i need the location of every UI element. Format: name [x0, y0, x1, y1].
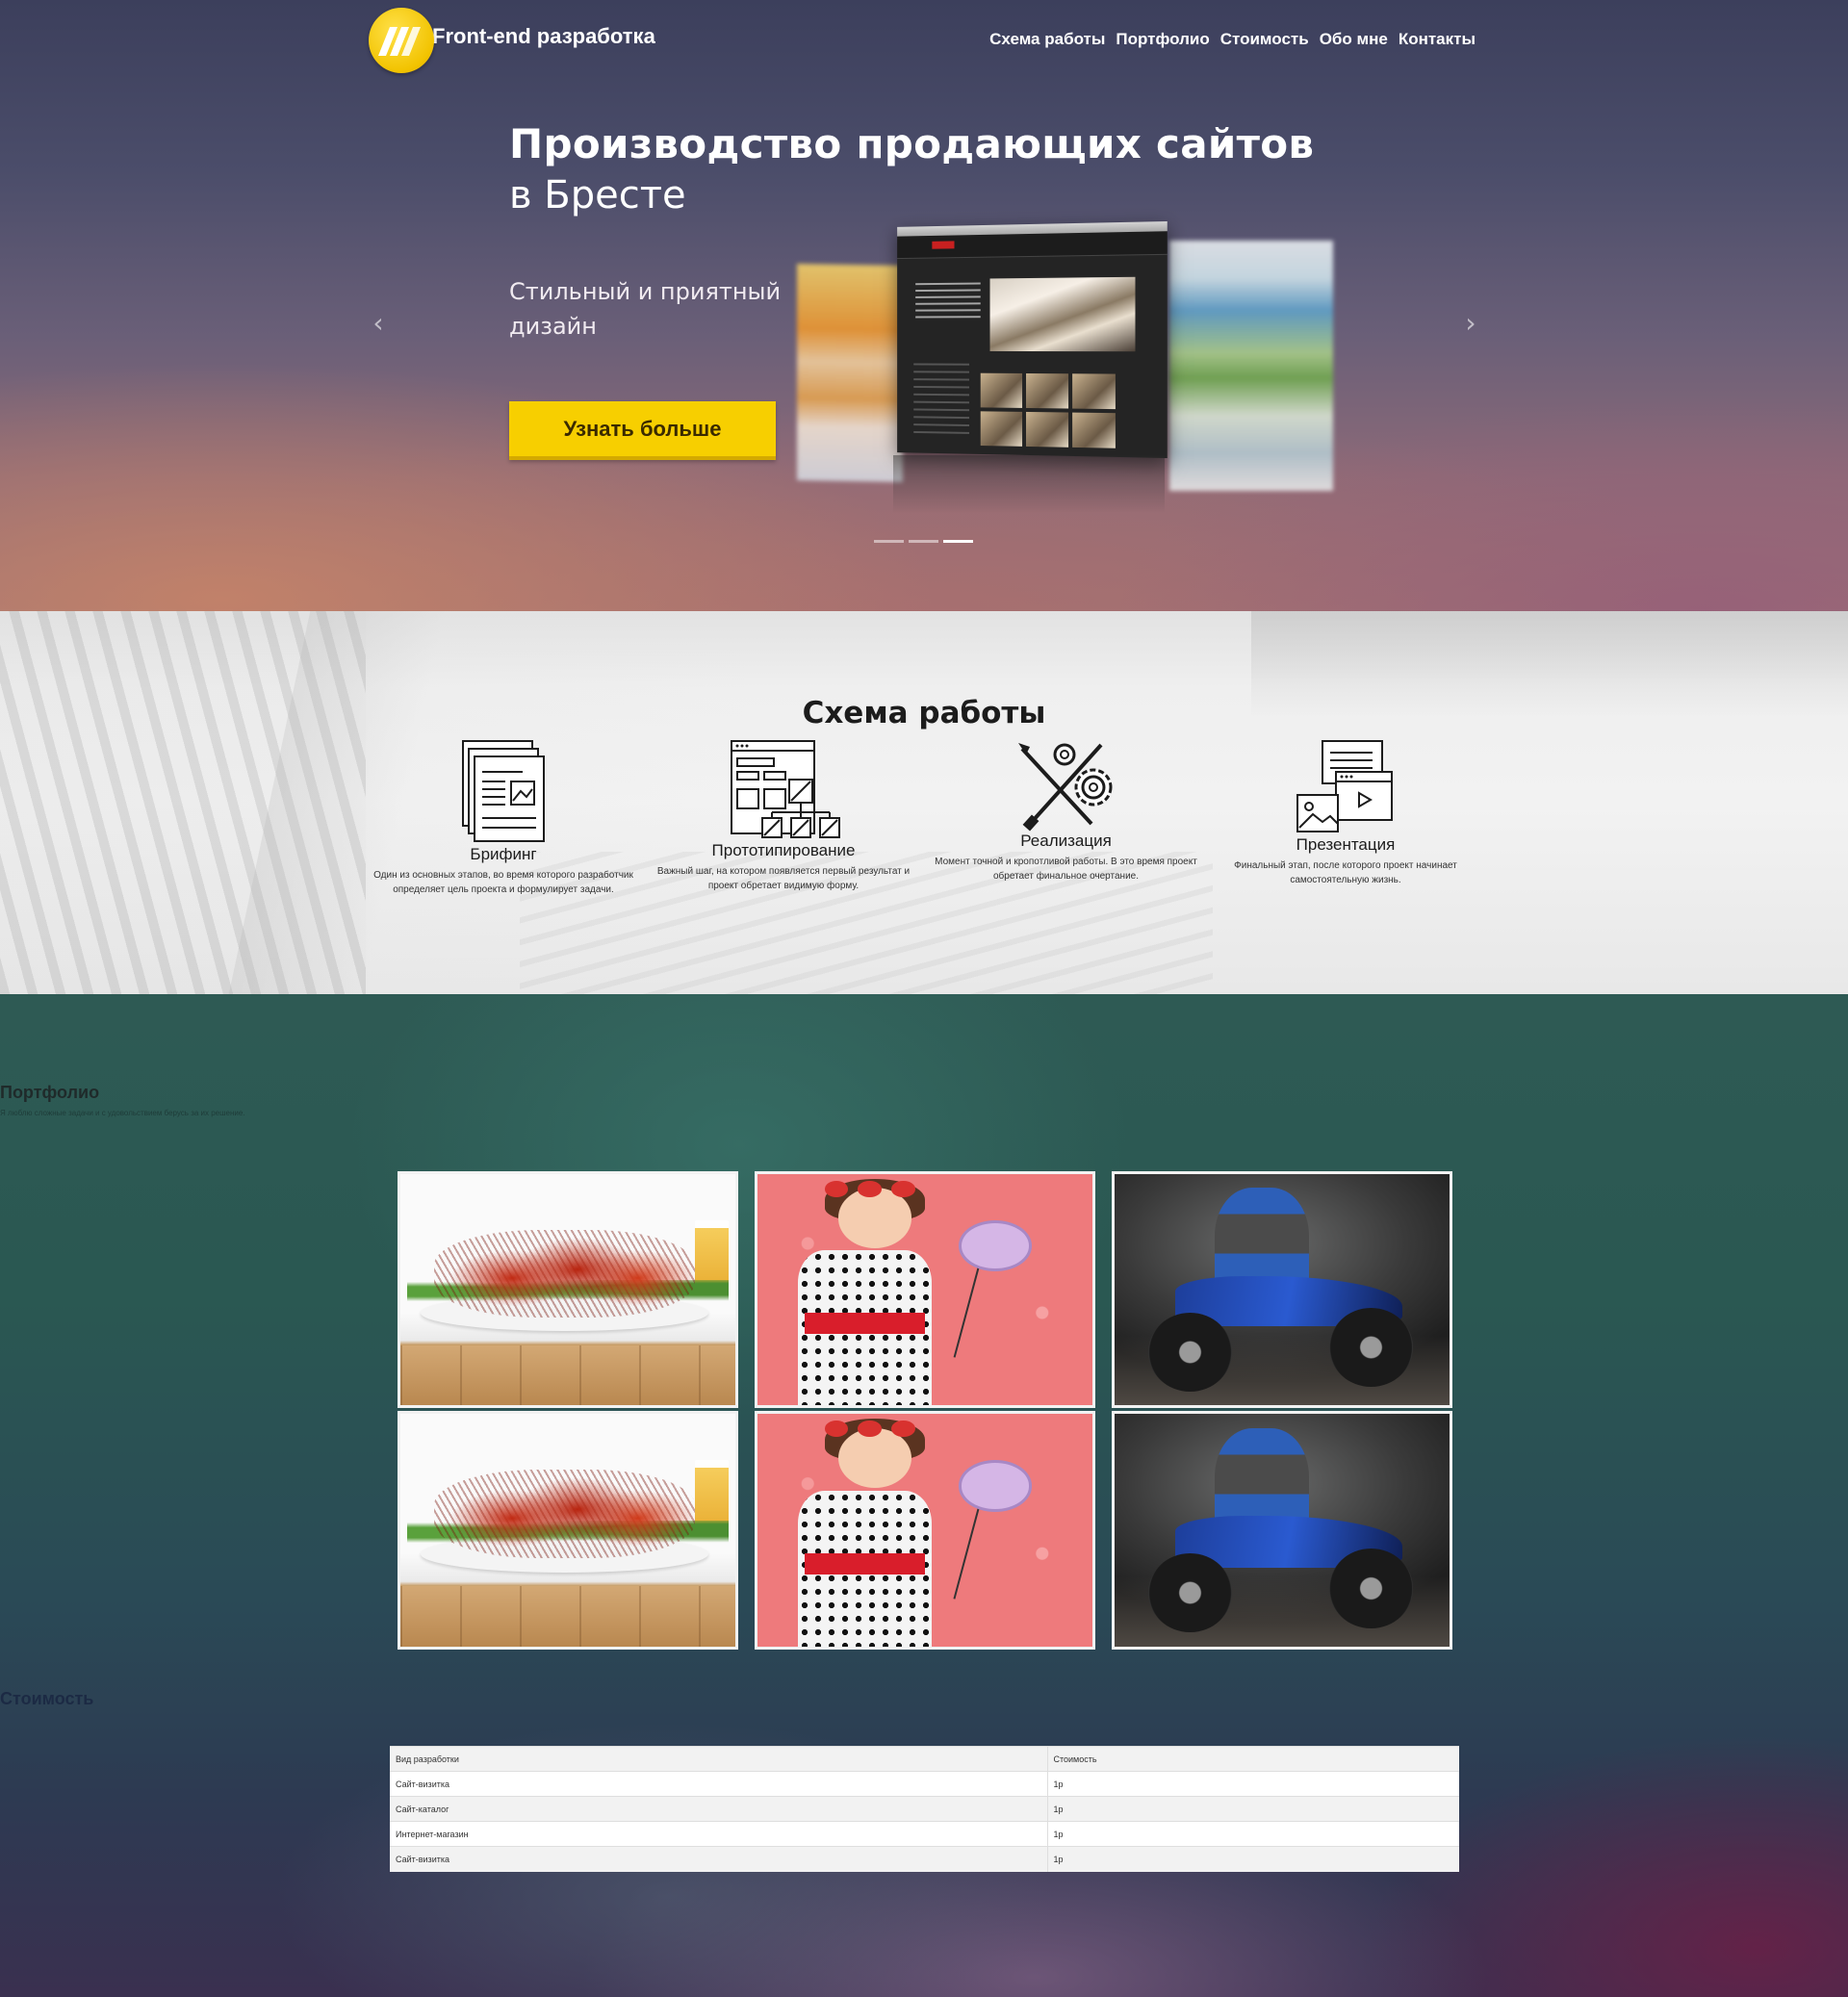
documents-icon	[462, 740, 545, 842]
mockup-reflection	[893, 455, 1165, 513]
scheme-step-briefing: Брифинг Один из основных этапов, во врем…	[369, 739, 638, 897]
work-scheme-section: Схема работы Брифинг Один из основных эт…	[0, 611, 1848, 994]
slider-dot-1[interactable]	[874, 540, 904, 543]
step-description: Финальный этап, после которого проект на…	[1234, 860, 1457, 885]
prototype-icon	[731, 740, 840, 838]
step-label: Прототипирование	[711, 841, 856, 859]
logo-badge-icon	[369, 8, 434, 73]
hero-title: Производство продающих сайтов	[509, 120, 1315, 167]
portfolio-title: Портфолио	[0, 1083, 100, 1102]
hero-description: Стильный и приятный дизайн	[509, 278, 782, 340]
hero-subtitle: в Бресте	[509, 173, 686, 218]
nav-link-contacts[interactable]: Контакты	[1399, 30, 1476, 49]
brand-name: Front-end разработка	[432, 24, 655, 48]
table-row: Интернет-магазин 1р	[390, 1821, 1459, 1847]
portfolio-item-quadbike-image[interactable]	[1112, 1171, 1452, 1408]
nav-link-pricing[interactable]: Стоимость	[1220, 30, 1309, 49]
step-description: Момент точной и кропотливой работы. В эт…	[935, 857, 1197, 882]
pricing-title: Стоимость	[0, 1689, 94, 1708]
nav-link-about[interactable]: Обо мне	[1320, 30, 1388, 49]
pricing-table: Вид разработки Стоимость Сайт-визитка 1р…	[390, 1746, 1459, 1872]
table-row: Сайт-визитка 1р	[390, 1846, 1459, 1872]
table-header-row: Вид разработки Стоимость	[390, 1746, 1459, 1772]
scheme-title: Схема работы	[802, 696, 1046, 730]
step-description: Один из основных этапов, во время которо…	[373, 870, 633, 895]
portfolio-item-crayfish-image[interactable]	[398, 1171, 738, 1408]
nav-link-scheme[interactable]: Схема работы	[989, 30, 1105, 49]
column-header-type: Вид разработки	[390, 1746, 1048, 1772]
cell-type: Интернет-магазин	[390, 1821, 1048, 1847]
cell-type: Сайт-визитка	[390, 1771, 1048, 1797]
tools-icon	[1017, 743, 1112, 832]
slider-indicators	[874, 540, 973, 543]
column-header-price: Стоимость	[1047, 1746, 1459, 1772]
cell-price: 1р	[1047, 1796, 1459, 1822]
cell-type: Сайт-визитка	[390, 1846, 1048, 1872]
logo[interactable]: Front-end разработка	[369, 8, 655, 73]
cell-price: 1р	[1047, 1771, 1459, 1797]
portfolio-subtitle: Я люблю сложные задачи и с удовольствием…	[0, 1109, 245, 1117]
slider-dot-3[interactable]	[943, 540, 973, 543]
website-mockup-right-image	[1169, 241, 1333, 491]
portfolio-pricing-section: Портфолио Я люблю сложные задачи и с удо…	[0, 994, 1848, 1997]
nav-link-portfolio[interactable]: Портфолио	[1116, 30, 1209, 49]
step-description: Важный шаг, на котором появляется первый…	[656, 866, 911, 891]
step-label: Реализация	[1020, 832, 1112, 850]
slider-dot-2[interactable]	[909, 540, 938, 543]
main-nav: Схема работы Портфолио Стоимость Обо мне…	[989, 30, 1476, 49]
portfolio-item-girl-image[interactable]	[755, 1171, 1095, 1408]
portfolio-item-girl-image[interactable]	[755, 1411, 1095, 1650]
portfolio-item-quadbike-image[interactable]	[1112, 1411, 1452, 1650]
scheme-step-presentation: Презентация Финальный этап, после которо…	[1215, 739, 1476, 887]
step-label: Брифинг	[470, 845, 537, 863]
portfolio-gallery	[398, 1171, 1452, 1650]
table-row: Сайт-каталог 1р	[390, 1796, 1459, 1822]
portfolio-item-crayfish-image[interactable]	[398, 1411, 738, 1650]
slider-next-arrow-icon[interactable]: ›	[1459, 304, 1482, 343]
cell-price: 1р	[1047, 1846, 1459, 1872]
scheme-step-prototyping: Прототипирование Важный шаг, на котором …	[649, 739, 918, 893]
slider-prev-arrow-icon[interactable]: ‹	[367, 304, 390, 343]
cell-price: 1р	[1047, 1821, 1459, 1847]
presentation-icon	[1296, 740, 1393, 832]
learn-more-button[interactable]: Узнать больше	[509, 401, 776, 460]
scheme-step-implementation: Реализация Момент точной и кропотливой р…	[929, 739, 1203, 883]
website-mockup-main-image	[897, 220, 1168, 459]
step-label: Презентация	[1296, 835, 1396, 854]
hero-section: Front-end разработка Схема работы Портфо…	[0, 0, 1848, 611]
website-mockup-left-image	[797, 264, 903, 482]
table-row: Сайт-визитка 1р	[390, 1771, 1459, 1797]
cell-type: Сайт-каталог	[390, 1796, 1048, 1822]
